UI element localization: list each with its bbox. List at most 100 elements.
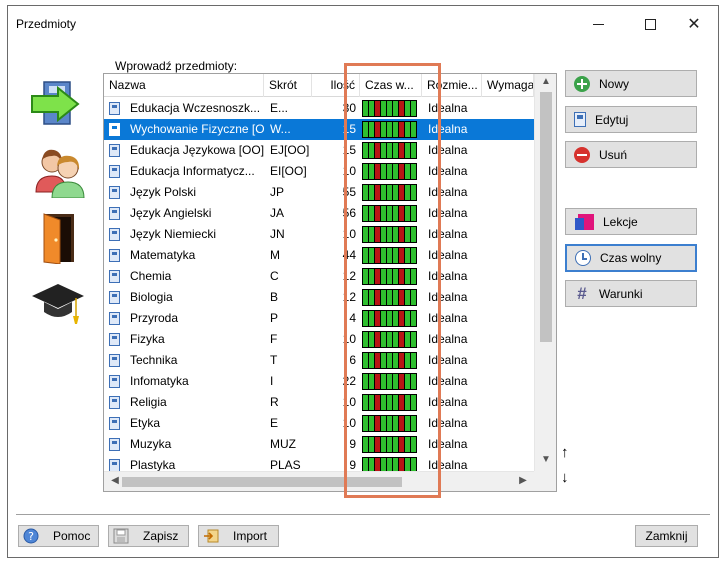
subject-icon [109,438,120,451]
help-icon: ? [23,528,39,544]
cell-name: Język Angielski [130,206,212,220]
minimize-button[interactable] [576,10,620,38]
subject-icon [109,102,120,115]
table-row[interactable]: Chemia C 12 Idealna [104,266,534,287]
clock-icon [575,250,591,266]
table-row[interactable]: Język Polski JP 55 Idealna [104,182,534,203]
subjects-label: Wprowadź przedmioty: [115,59,238,73]
subject-icon [109,186,120,199]
cell-abbr: M [270,248,280,262]
table-row[interactable]: Religia R 10 Idealna [104,392,534,413]
vertical-scroll-thumb[interactable] [540,92,552,342]
subject-icon [109,270,120,283]
cell-abbr: JP [270,185,285,199]
table-row[interactable]: Technika T 6 Idealna [104,350,534,371]
cell-abbr: E [270,416,279,430]
scroll-right-icon[interactable]: ▶ [512,475,534,486]
table-row[interactable]: Język Angielski JA 56 Idealna [104,203,534,224]
cell-name: Matematyka [130,248,196,262]
teachers-icon[interactable] [30,144,88,198]
column-header-requires[interactable]: Wymaga [482,74,534,97]
window-client-area: Wprowadź przedmioty: Nazwa Skrót Ilość C… [8,42,718,557]
close-button-label: Zamknij [645,529,688,543]
table-row[interactable]: Przyroda P 4 Idealna [104,308,534,329]
hash-icon: # [577,283,587,303]
table-row[interactable]: Muzyka MUZ 9 Idealna [104,434,534,455]
table-row[interactable]: Fizyka F 10 Idealna [104,329,534,350]
scroll-up-icon[interactable]: ▲ [535,76,556,87]
help-button-label: Pomoc [53,529,91,543]
delete-button-label: Usuń [599,147,628,162]
cell-name: Język Polski [130,185,197,199]
subject-icon [109,144,120,157]
cell-abbr: JN [270,227,285,241]
cell-name: Fizyka [130,332,165,346]
cell-abbr: W... [270,122,291,136]
document-edit-icon [574,112,586,127]
subject-icon [109,291,120,304]
free-time-button[interactable]: Czas wolny [565,244,697,272]
new-button[interactable]: Nowy [565,70,697,97]
move-up-button[interactable]: ↑ [561,444,569,461]
close-window-button[interactable]: ✕ [672,10,716,38]
lessons-button[interactable]: Lekcje [565,208,697,235]
subjects-grid[interactable]: Nazwa Skrót Ilość Czas w... Rozmie... Wy… [103,73,557,492]
classes-graduation-cap-icon[interactable] [30,280,86,328]
edit-button-label: Edytuj [595,112,629,127]
cell-name: Chemia [130,269,172,283]
table-row[interactable]: Etyka E 10 Idealna [104,413,534,434]
help-button[interactable]: ? Pomoc [18,525,99,547]
vertical-scrollbar[interactable]: ▲ ▼ [534,74,556,471]
cell-abbr: T [270,353,278,367]
table-row[interactable]: Matematyka M 44 Idealna [104,245,534,266]
subjects-arrow-icon[interactable] [30,80,86,128]
cell-abbr: JA [270,206,285,220]
cell-name: Przyroda [130,311,179,325]
subject-icon [109,333,120,346]
cell-name: Edukacja Informatycz... [130,164,255,178]
lessons-button-label: Lekcje [603,214,638,229]
maximize-button[interactable] [628,10,672,38]
close-icon: ✕ [687,16,701,33]
subject-icon [109,165,120,178]
subject-icon [109,312,120,325]
table-row[interactable]: Infomatyka I 22 Idealna [104,371,534,392]
conditions-button[interactable]: # Warunki [565,280,697,307]
move-down-button[interactable]: ↓ [561,469,569,486]
close-button[interactable]: Zamknij [635,525,698,547]
cell-name: Edukacja Językowa [OO] [130,143,264,157]
edit-button[interactable]: Edytuj [565,106,697,133]
svg-text:?: ? [28,530,34,543]
table-row[interactable]: Edukacja Informatycz... EI[OO] 10 Idealna [104,161,534,182]
lessons-icon [575,213,594,230]
save-button[interactable]: Zapisz [108,525,189,547]
table-row[interactable]: Edukacja Językowa [OO] EJ[OO] 15 Idealna [104,140,534,161]
cell-abbr: MUZ [270,437,296,451]
cell-name: Język Niemiecki [130,227,217,241]
cell-abbr: F [270,332,278,346]
table-row[interactable]: Biologia B 12 Idealna [104,287,534,308]
table-row[interactable]: Język Niemiecki JN 10 Idealna [104,224,534,245]
column-header-name[interactable]: Nazwa [104,74,264,97]
grid-header: Nazwa Skrót Ilość Czas w... Rozmie... Wy… [104,74,534,97]
column-header-abbr[interactable]: Skrót [264,74,312,97]
cell-abbr: E... [270,101,289,115]
delete-button[interactable]: Usuń [565,141,697,168]
subjects-window: Przedmioty ✕ Wprowadź przedmioty: Nazwa … [7,5,719,558]
table-row[interactable]: Wychowanie Fizyczne [OO] W... 15 Idealna [104,119,534,140]
subject-icon [109,228,120,241]
subject-icon [109,123,120,136]
scroll-down-icon[interactable]: ▼ [535,454,556,465]
save-icon [113,528,129,544]
cell-abbr: P [270,311,279,325]
table-row[interactable]: Edukacja Wczesnoszk... E... 30 Idealna [104,98,534,119]
horizontal-scrollbar[interactable]: ◀ ▶ [104,471,534,491]
maximize-icon [644,18,656,30]
classrooms-door-icon[interactable] [30,212,86,264]
subject-icon [109,249,120,262]
subject-icon [109,354,120,367]
subject-icon [109,375,120,388]
minus-circle-icon [574,146,590,163]
cell-abbr: I [270,374,274,388]
import-button[interactable]: Import [198,525,279,547]
